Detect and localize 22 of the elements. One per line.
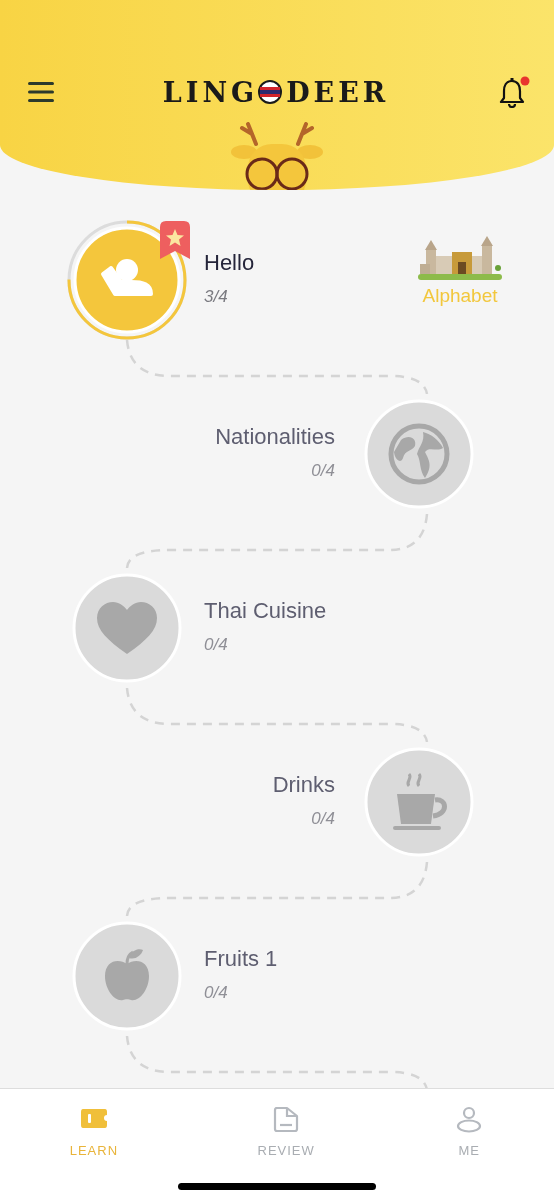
tab-button[interactable]: LEARN [55, 1097, 133, 1169]
lesson-title: Fruits 1 [204, 946, 278, 973]
lesson-progress: 3/4 [204, 286, 229, 309]
lesson-title: Hello [204, 250, 255, 277]
flag-icon [258, 80, 283, 104]
lesson-progress: 0/4 [310, 460, 335, 483]
bell-icon[interactable] [498, 76, 530, 108]
menu-icon[interactable] [28, 82, 54, 102]
lesson-title: Drinks [272, 772, 335, 799]
lesson-progress: 0/4 [204, 982, 229, 1005]
lesson-button[interactable] [67, 220, 187, 340]
alphabet-button[interactable]: Alphabet [416, 233, 504, 311]
tab-button[interactable]: REVIEW [243, 1097, 329, 1169]
lesson-title: Nationalities [215, 424, 335, 451]
alphabet-label: Alphabet [421, 283, 499, 308]
castle-icon [418, 235, 502, 280]
lesson-title: Thai Cuisine [204, 598, 327, 625]
tab-button[interactable]: ME [440, 1097, 499, 1169]
logo-text: DEER [286, 78, 390, 106]
logo-text: LING [162, 78, 259, 106]
lesson-progress: 0/4 [310, 808, 335, 831]
lesson-progress: 0/4 [204, 634, 229, 657]
